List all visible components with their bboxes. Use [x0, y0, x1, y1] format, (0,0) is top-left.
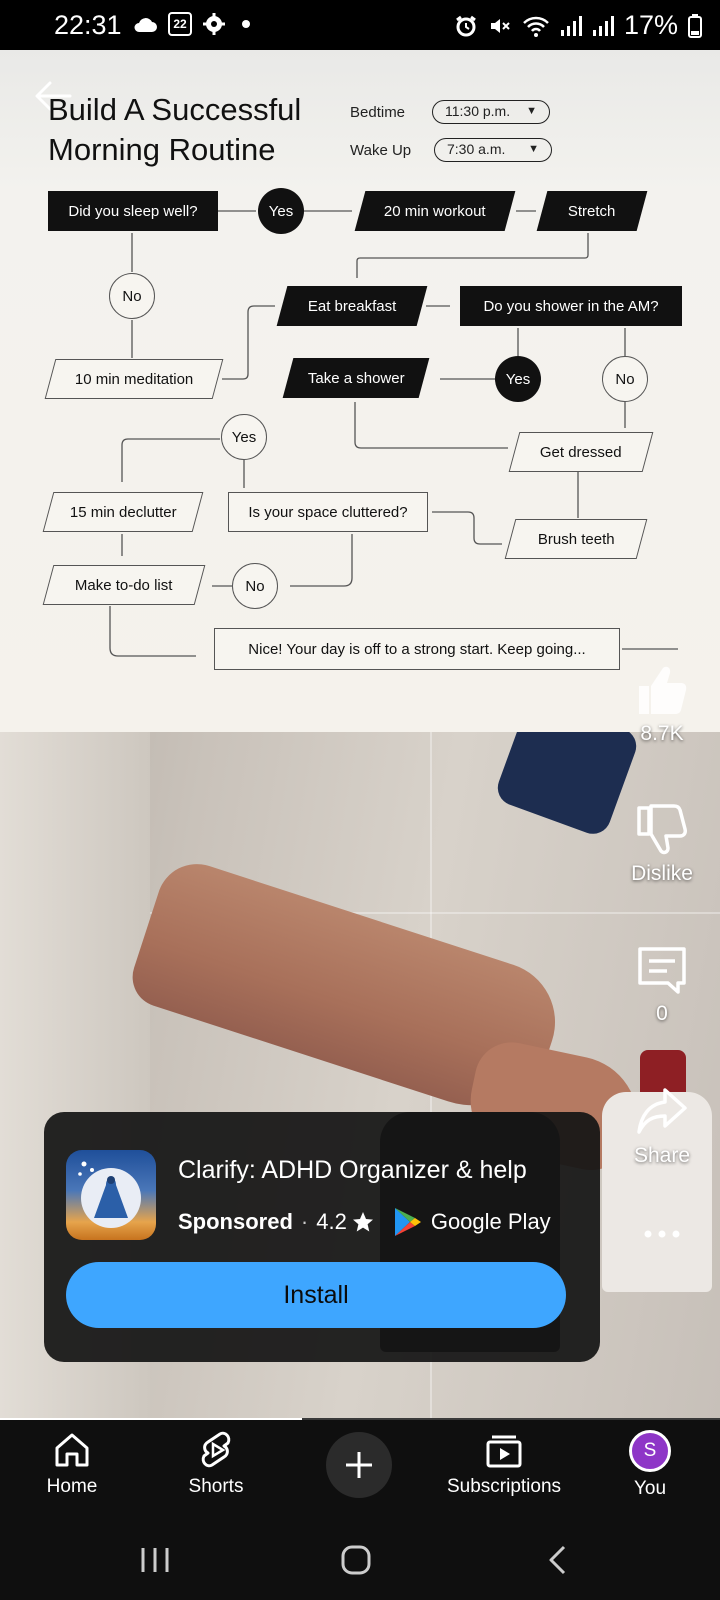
nav-home[interactable]: Home	[30, 1430, 114, 1498]
system-navigation-bar	[0, 1522, 720, 1600]
status-time: 22:31	[54, 10, 122, 40]
signal-icon	[560, 15, 582, 36]
notification-dot-icon	[242, 20, 250, 28]
ad-card[interactable]: Clarify: ADHD Organizer & help Sponsored…	[44, 1112, 600, 1362]
bedtime-select: 11:30 p.m. ▼	[432, 100, 550, 124]
video-frame-infographic: Build A Successful Morning Routine Bedti…	[0, 50, 720, 732]
home-system-icon[interactable]	[340, 1544, 372, 1576]
battery-percent: 17%	[623, 10, 678, 40]
ad-app-name[interactable]: Clarify: ADHD Organizer & help	[178, 1156, 527, 1185]
nav-home-label: Home	[46, 1476, 98, 1497]
mute-icon	[490, 18, 510, 33]
share-icon	[637, 1088, 687, 1134]
like-count: 8.7K	[640, 722, 684, 745]
like-button[interactable]: 8.7K	[618, 664, 706, 746]
chevron-down-icon: ▼	[526, 105, 537, 117]
nav-shorts-label: Shorts	[188, 1476, 244, 1497]
shorts-icon	[201, 1431, 231, 1468]
app-icon[interactable]	[66, 1150, 156, 1240]
node-no-2: No	[602, 356, 648, 402]
subscriptions-icon	[486, 1435, 522, 1468]
chevron-down-icon: ▼	[528, 143, 539, 155]
node-todo-list: Make to-do list	[42, 565, 206, 605]
nav-subscriptions[interactable]: Subscriptions	[444, 1430, 564, 1498]
node-yes-1: Yes	[258, 188, 304, 234]
calendar-icon: 22	[168, 12, 192, 36]
node-final-message: Nice! Your day is off to a strong start.…	[214, 628, 620, 670]
bedtime-label: Bedtime	[350, 104, 406, 121]
star-icon	[352, 1212, 373, 1232]
dislike-label: Dislike	[631, 862, 693, 885]
node-no-3: No	[232, 563, 278, 609]
comment-icon	[638, 947, 686, 994]
nav-you[interactable]: S You	[608, 1430, 692, 1500]
nav-subscriptions-label: Subscriptions	[446, 1476, 562, 1497]
avatar: S	[629, 1430, 671, 1472]
node-brush-teeth: Brush teeth	[504, 519, 648, 559]
cloud-icon	[134, 18, 157, 32]
node-get-dressed: Get dressed	[508, 432, 654, 472]
comments-button[interactable]: 0	[618, 944, 706, 1026]
nav-shorts[interactable]: Shorts	[174, 1430, 258, 1498]
node-meditation: 10 min meditation	[44, 359, 224, 399]
google-play-icon	[394, 1208, 421, 1236]
thumbs-down-icon	[637, 804, 687, 855]
recent-apps-icon[interactable]	[138, 1544, 172, 1576]
node-no-1: No	[109, 273, 155, 319]
create-button[interactable]	[326, 1432, 392, 1498]
more-options-button[interactable]	[618, 1222, 706, 1262]
settings-icon	[203, 13, 225, 35]
share-button[interactable]: Share	[618, 1086, 706, 1168]
bottom-navigation: Home Shorts Subscriptions S You	[0, 1420, 720, 1522]
wifi-icon	[523, 16, 549, 37]
signal-icon	[592, 15, 614, 36]
sponsored-label: Sponsored	[178, 1209, 293, 1234]
home-icon	[55, 1433, 89, 1467]
more-horizontal-icon	[644, 1230, 680, 1238]
ad-meta: Sponsored · 4.2 Google Play	[178, 1206, 551, 1238]
node-yes-3: Yes	[221, 414, 267, 460]
node-shower-question: Do you shower in the AM?	[460, 286, 682, 326]
rating-value: 4.2	[316, 1209, 347, 1234]
nav-you-label: You	[633, 1478, 667, 1499]
node-yes-2: Yes	[495, 356, 541, 402]
thumbs-up-icon	[639, 666, 687, 714]
node-stretch: Stretch	[536, 191, 648, 231]
status-bar: 22:31 22 17%	[0, 0, 720, 50]
infographic-title: Build A Successful Morning Routine	[48, 92, 302, 167]
node-declutter: 15 min declutter	[42, 492, 204, 532]
shorts-screen: 22:31 22 17% Build A Successful Morning …	[0, 0, 720, 1600]
battery-icon	[688, 13, 702, 38]
back-system-icon[interactable]	[546, 1544, 570, 1576]
install-button[interactable]: Install	[66, 1262, 566, 1328]
comment-count: 0	[656, 1002, 668, 1025]
node-cluttered-question: Is your space cluttered?	[228, 492, 428, 532]
node-breakfast: Eat breakfast	[276, 286, 428, 326]
node-sleep-question: Did you sleep well?	[48, 191, 218, 231]
node-take-shower: Take a shower	[282, 358, 430, 398]
dislike-button[interactable]: Dislike	[618, 804, 706, 886]
alarm-icon	[456, 15, 476, 36]
wakeup-select: 7:30 a.m. ▼	[434, 138, 552, 162]
share-label: Share	[633, 1144, 691, 1167]
node-workout: 20 min workout	[354, 191, 516, 231]
plus-icon	[346, 1452, 372, 1478]
store-name: Google Play	[430, 1209, 551, 1234]
wakeup-label: Wake Up	[350, 142, 412, 159]
separator: ·	[300, 1209, 309, 1234]
